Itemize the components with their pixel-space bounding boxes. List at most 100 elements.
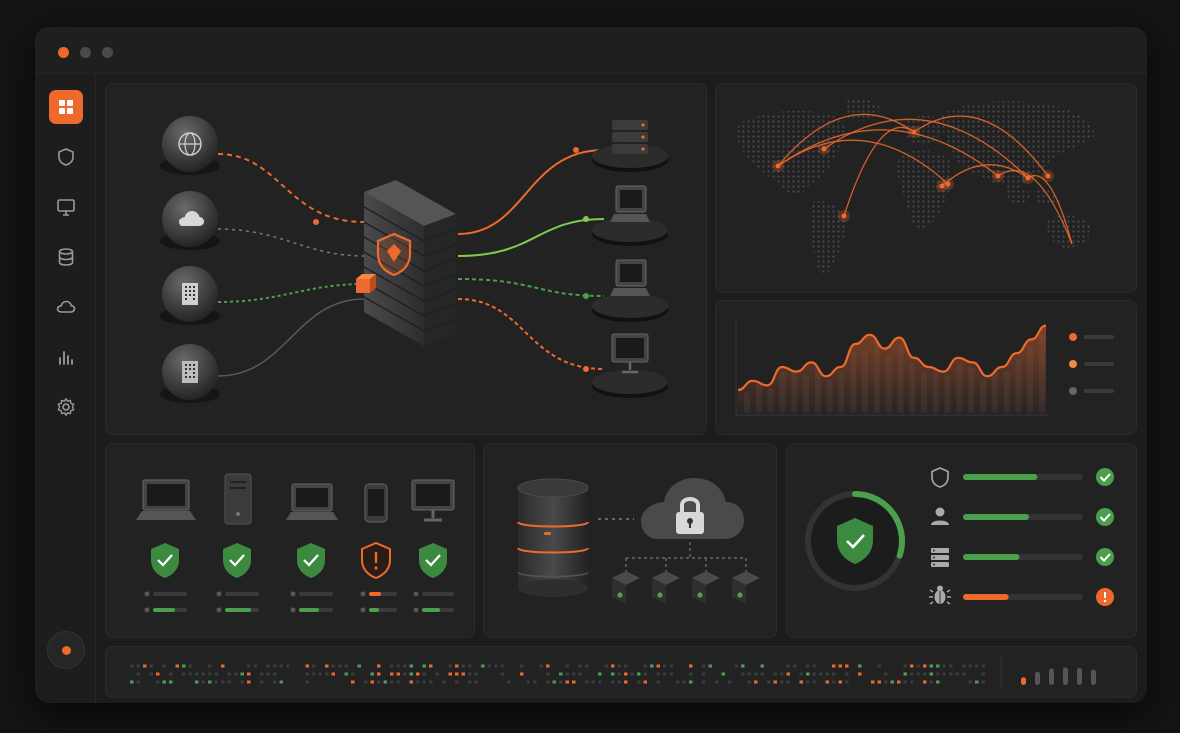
event-marker: [455, 664, 459, 668]
desktop-monitor-icon: [411, 479, 455, 522]
check-row[interactable]: [931, 548, 949, 567]
sidebar-item-cloud[interactable]: [49, 290, 83, 324]
database-icon: [58, 248, 74, 266]
event-marker: [617, 672, 621, 676]
event-marker: [747, 672, 751, 676]
event-marker: [786, 672, 790, 676]
threat-hotspot[interactable]: [821, 146, 827, 152]
threat-hotspot[interactable]: [911, 129, 917, 135]
app-window: [35, 27, 1147, 703]
event-marker: [377, 680, 381, 684]
event-marker: [565, 672, 569, 676]
storage-node[interactable]: [612, 571, 640, 604]
device-desktop[interactable]: [411, 479, 455, 613]
event-marker: [312, 664, 316, 668]
event-marker: [806, 664, 810, 668]
server-tower-icon: [224, 473, 252, 525]
event-marker: [351, 680, 355, 684]
sidebar-item-database[interactable]: [49, 240, 83, 274]
sidebar-item-settings[interactable]: [49, 390, 83, 424]
event-marker: [377, 664, 381, 668]
storage-node[interactable]: [732, 571, 760, 604]
event-marker: [929, 672, 933, 676]
event-marker: [825, 680, 829, 684]
event-marker: [468, 680, 472, 684]
device-laptop[interactable]: [136, 479, 196, 613]
event-marker: [409, 672, 413, 676]
user-icon: [931, 507, 949, 525]
sidebar-item-dashboard[interactable]: [49, 90, 83, 124]
gear-icon: [57, 398, 75, 416]
event-marker: [208, 680, 212, 684]
event-marker: [130, 664, 134, 668]
threat-hotspot[interactable]: [995, 173, 1001, 179]
event-marker: [806, 680, 810, 684]
window-maximize-button[interactable]: [102, 47, 113, 58]
event-marker: [247, 664, 251, 668]
check-row[interactable]: [931, 507, 949, 526]
sidebar-item-devices[interactable]: [49, 190, 83, 224]
overall-status-gauge: [805, 491, 905, 591]
event-marker: [923, 664, 927, 668]
threat-hotspot[interactable]: [775, 163, 781, 169]
event-marker: [338, 664, 342, 668]
device-phone[interactable]: [360, 483, 398, 613]
device-laptop[interactable]: [286, 483, 338, 613]
event-marker: [136, 664, 140, 668]
event-marker: [656, 664, 660, 668]
event-marker: [578, 672, 582, 676]
storage-node[interactable]: [692, 571, 720, 604]
event-marker: [396, 664, 400, 668]
window-close-button[interactable]: [58, 47, 69, 58]
event-marker: [799, 680, 803, 684]
threat-hotspot[interactable]: [945, 181, 951, 187]
sidebar-item-security[interactable]: [49, 140, 83, 174]
event-marker: [169, 680, 173, 684]
event-marker: [936, 680, 940, 684]
event-marker: [305, 664, 309, 668]
phone-icon: [364, 483, 388, 523]
event-marker: [396, 672, 400, 676]
event-marker: [676, 680, 680, 684]
cloud-lock-icon[interactable]: [641, 478, 744, 539]
event-marker: [838, 664, 842, 668]
event-marker: [370, 680, 374, 684]
window-minimize-button[interactable]: [80, 47, 91, 58]
laptop-icon: [610, 259, 650, 296]
threat-hotspot[interactable]: [1025, 175, 1031, 181]
event-marker: [702, 680, 706, 684]
event-marker: [903, 664, 907, 668]
event-marker: [968, 680, 972, 684]
event-marker: [227, 672, 231, 676]
event-marker: [559, 672, 563, 676]
check-row[interactable]: [931, 467, 949, 488]
event-marker: [448, 672, 452, 676]
database-stack-icon[interactable]: [517, 478, 589, 597]
event-marker: [221, 664, 225, 668]
check-circle-icon: [1096, 548, 1114, 566]
event-marker: [624, 680, 628, 684]
check-row[interactable]: [929, 585, 951, 605]
event-marker: [643, 680, 647, 684]
event-marker: [656, 672, 660, 676]
threat-hotspot[interactable]: [1045, 173, 1051, 179]
event-marker: [702, 664, 706, 668]
storage-node[interactable]: [652, 571, 680, 604]
network-flow-panel: [105, 83, 707, 435]
device-server[interactable]: [216, 473, 260, 613]
event-marker: [136, 672, 140, 676]
level-bar: [1091, 669, 1096, 685]
event-marker: [637, 680, 641, 684]
threat-hotspot[interactable]: [841, 213, 847, 219]
event-marker: [390, 672, 394, 676]
event-marker: [838, 680, 842, 684]
event-marker: [403, 664, 407, 668]
event-marker: [565, 680, 569, 684]
sidebar-item-analytics[interactable]: [49, 340, 83, 374]
event-marker: [617, 664, 621, 668]
progress-fill: [963, 474, 1038, 480]
event-marker: [806, 672, 810, 676]
sidebar-footer-record-button[interactable]: [47, 631, 85, 669]
node-connectors: [625, 542, 747, 572]
event-marker: [214, 680, 218, 684]
